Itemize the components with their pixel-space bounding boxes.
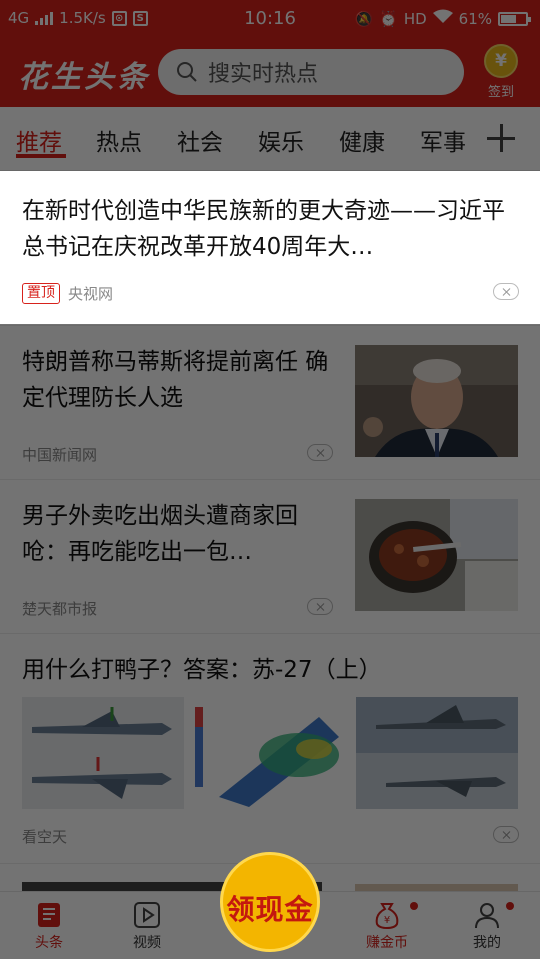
get-cash-label: 领现金 (226, 893, 314, 926)
search-icon (177, 62, 197, 82)
article-title: 在新时代创造中华民族新的更大奇迹——习近平总书记在庆祝改革开放40周年大… (22, 198, 505, 260)
article-thumbnail (355, 345, 518, 457)
tab-entertainment[interactable]: 娱乐 (258, 123, 304, 157)
coin-icon: ¥ (484, 44, 518, 78)
search-bar[interactable]: 搜实时热点 (158, 49, 464, 95)
get-cash-button[interactable]: 领现金 (208, 852, 332, 952)
article-source: 中国新闻网 (22, 446, 98, 464)
article-thumbnail (189, 697, 351, 809)
play-icon (132, 900, 162, 930)
nav-label: 我的 (473, 935, 501, 951)
nav-label: 头条 (35, 935, 63, 951)
dismiss-icon[interactable] (307, 598, 333, 615)
user-icon (472, 900, 502, 930)
tab-health[interactable]: 健康 (339, 123, 385, 157)
pinned-badge: 置顶 (22, 283, 60, 304)
article-source: 楚天都市报 (22, 600, 98, 618)
svg-text:¥: ¥ (384, 915, 390, 926)
notification-dot (506, 902, 514, 910)
list-item[interactable]: 特朗普称马蒂斯将提前离任 确定代理防长人选 中国新闻网 (0, 325, 540, 479)
active-tab-indicator (16, 154, 66, 158)
list-item[interactable]: 男子外卖吃出烟头遭商家回呛：再吃能吃出一包… 楚天都市报 (0, 479, 540, 633)
article-thumbnail (22, 697, 184, 809)
nav-earn-coins[interactable]: ¥ 赚金币 (352, 892, 422, 952)
nav-label: 视频 (133, 935, 161, 951)
signin-label: 签到 (487, 85, 514, 100)
notification-dot (410, 902, 418, 910)
money-bag-icon: ¥ (372, 900, 402, 930)
news-icon (34, 900, 64, 930)
battery-icon (498, 11, 531, 26)
tab-military[interactable]: 军事 (420, 123, 466, 157)
alarm-icon: ⏰ (379, 9, 398, 28)
article-thumbnail (356, 697, 518, 809)
search-placeholder: 搜实时热点 (208, 62, 319, 87)
article-thumbnail (355, 884, 518, 891)
mute-icon: 🔕 (354, 9, 374, 28)
battery-fill (501, 14, 516, 23)
news-feed: 在新时代创造中华民族新的更大奇迹——习近平总书记在庆祝改革开放40周年大… 置顶… (0, 171, 540, 891)
nav-profile[interactable]: 我的 (452, 892, 522, 952)
pinned-article[interactable]: 在新时代创造中华民族新的更大奇迹——习近平总书记在庆祝改革开放40周年大… 置顶… (0, 171, 540, 323)
tab-society[interactable]: 社会 (177, 123, 223, 157)
app-header: 4G 1.5K/s ⊙ S 10:16 🔕 ⏰ HD 61% 花生头条 搜实时热… (0, 0, 540, 107)
article-source: 央视网 (68, 285, 114, 303)
dismiss-icon[interactable] (493, 283, 519, 300)
nav-label: 赚金币 (366, 935, 408, 951)
article-source: 看空天 (22, 828, 68, 846)
article-thumbnail (355, 499, 518, 611)
status-right: 🔕 ⏰ HD 61% (354, 9, 531, 28)
hd-label: HD (403, 9, 427, 28)
list-item[interactable]: 用什么打鸭子？答案：苏-27（上） 看空天 (0, 633, 540, 863)
article-title: 男子外卖吃出烟头遭商家回呛：再吃能吃出一包… (22, 503, 298, 565)
article-title: 用什么打鸭子？答案：苏-27（上） (22, 657, 382, 683)
wifi-icon (432, 9, 453, 28)
app-logo: 花生头条 (18, 60, 150, 95)
battery-percent: 61% (458, 9, 492, 28)
article-meta: 置顶 央视网 (22, 283, 113, 304)
signin-button[interactable]: ¥ 签到 (478, 44, 524, 100)
status-bar: 4G 1.5K/s ⊙ S 10:16 🔕 ⏰ HD 61% (0, 0, 540, 38)
article-title: 特朗普称马蒂斯将提前离任 确定代理防长人选 (22, 349, 329, 411)
tab-hot[interactable]: 热点 (96, 123, 142, 157)
tab-recommend[interactable]: 推荐 (16, 123, 62, 157)
add-channel-icon[interactable] (486, 122, 516, 152)
dismiss-icon[interactable] (493, 826, 519, 843)
nav-headlines[interactable]: 头条 (14, 892, 84, 952)
dismiss-icon[interactable] (307, 444, 333, 461)
nav-video[interactable]: 视频 (112, 892, 182, 952)
category-tabs: 推荐 热点 社会 娱乐 健康 军事 (0, 107, 540, 171)
